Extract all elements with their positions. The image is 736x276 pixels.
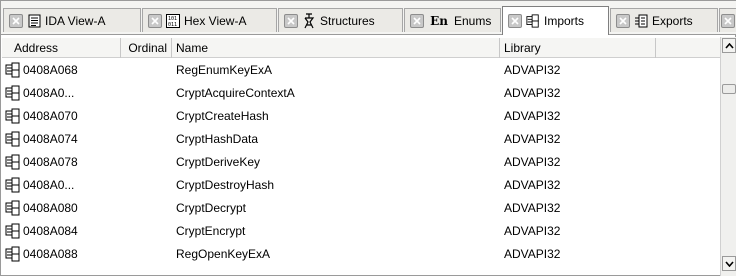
address-cell[interactable]: 0408A074: [2, 131, 121, 147]
address-value: 0408A074: [23, 131, 78, 146]
close-icon[interactable]: [410, 13, 424, 28]
name-cell[interactable]: CryptEncrypt: [172, 224, 500, 238]
table-row[interactable]: 0408A084 CryptEncrypt ADVAPI32: [2, 219, 720, 242]
tab-label: Imports: [544, 14, 585, 28]
table-row[interactable]: 0408A078 CryptDeriveKey ADVAPI32: [2, 150, 720, 173]
tab-strip: IDA View-A 101 011 Hex View-A Structures …: [1, 1, 736, 35]
tab-exports[interactable]: Exports: [610, 8, 718, 32]
scroll-thumb[interactable]: [722, 84, 736, 94]
name-cell[interactable]: RegEnumKeyExA: [172, 63, 500, 77]
address-cell[interactable]: 0408A068: [2, 62, 121, 78]
imports-window: IDA View-A 101 011 Hex View-A Structures …: [0, 0, 736, 276]
import-icon: [5, 62, 21, 78]
exports-icon: [634, 14, 648, 28]
import-icon: [5, 154, 21, 170]
name-cell[interactable]: CryptAcquireContextA: [172, 86, 500, 100]
column-header: Address Ordinal Name Library: [2, 38, 720, 58]
library-cell[interactable]: ADVAPI32: [500, 224, 720, 238]
tab-structures[interactable]: Structures: [278, 8, 403, 32]
imports-icon: [526, 14, 540, 28]
name-cell[interactable]: RegOpenKeyExA: [172, 247, 500, 261]
tab-ida-view-a[interactable]: IDA View-A: [3, 8, 141, 32]
address-cell[interactable]: 0408A0...: [2, 85, 121, 101]
table-row[interactable]: 0408A070 CryptCreateHash ADVAPI32: [2, 104, 720, 127]
text-view-icon: [27, 14, 41, 28]
svg-text:011: 011: [168, 22, 177, 28]
address-cell[interactable]: 0408A0...: [2, 177, 121, 193]
tab-label: Enums: [454, 13, 492, 28]
import-icon: [5, 85, 21, 101]
table-row[interactable]: 0408A080 CryptDecrypt ADVAPI32: [2, 196, 720, 219]
library-cell[interactable]: ADVAPI32: [500, 201, 720, 215]
close-icon[interactable]: [616, 13, 630, 28]
imports-table: 0408A068 RegEnumKeyExA ADVAPI32 0408A0... Cr…: [2, 58, 720, 276]
address-cell[interactable]: 0408A078: [2, 154, 121, 170]
address-value: 0408A070: [23, 108, 78, 123]
address-value: 0408A088: [23, 246, 78, 261]
close-icon[interactable]: [9, 13, 23, 28]
tab-hex-view-a[interactable]: 101 011 Hex View-A: [142, 8, 277, 32]
library-cell[interactable]: ADVAPI32: [500, 155, 720, 169]
table-row[interactable]: 0408A074 CryptHashData ADVAPI32: [2, 127, 720, 150]
column-address[interactable]: Address: [2, 38, 121, 58]
column-name[interactable]: Name: [172, 38, 500, 58]
tab-overflow[interactable]: [719, 8, 736, 32]
table-row[interactable]: 0408A068 RegEnumKeyExA ADVAPI32: [2, 58, 720, 81]
table-row[interactable]: 0408A0... CryptDestroyHash ADVAPI32: [2, 173, 720, 196]
tab-label: Structures: [320, 13, 375, 28]
close-icon[interactable]: [508, 14, 522, 28]
tab-enums[interactable]: En Enums: [404, 8, 501, 32]
close-icon[interactable]: [284, 13, 298, 28]
import-icon: [5, 223, 21, 239]
name-cell[interactable]: CryptDeriveKey: [172, 155, 500, 169]
scroll-up-button[interactable]: [722, 38, 736, 53]
library-cell[interactable]: ADVAPI32: [500, 86, 720, 100]
import-icon: [5, 131, 21, 147]
address-value: 0408A0...: [23, 85, 75, 100]
library-cell[interactable]: ADVAPI32: [500, 63, 720, 77]
import-icon: [5, 177, 21, 193]
structures-icon: [302, 12, 316, 28]
tab-imports[interactable]: Imports: [502, 6, 609, 35]
column-ordinal[interactable]: Ordinal: [121, 38, 172, 58]
scroll-down-button[interactable]: [722, 256, 736, 271]
enums-icon: En: [430, 13, 448, 28]
import-icon: [5, 200, 21, 216]
library-cell[interactable]: ADVAPI32: [500, 247, 720, 261]
name-cell[interactable]: CryptHashData: [172, 132, 500, 146]
address-cell[interactable]: 0408A084: [2, 223, 121, 239]
vertical-scrollbar[interactable]: [720, 37, 736, 276]
tab-label: IDA View-A: [45, 13, 106, 28]
table-row[interactable]: 0408A0... CryptAcquireContextA ADVAPI32: [2, 81, 720, 104]
address-cell[interactable]: 0408A088: [2, 246, 121, 262]
address-value: 0408A084: [23, 223, 78, 238]
import-icon: [5, 246, 21, 262]
address-cell[interactable]: 0408A080: [2, 200, 121, 216]
library-cell[interactable]: ADVAPI32: [500, 109, 720, 123]
column-library[interactable]: Library: [500, 38, 656, 58]
address-cell[interactable]: 0408A070: [2, 108, 121, 124]
library-cell[interactable]: ADVAPI32: [500, 178, 720, 192]
import-icon: [5, 108, 21, 124]
address-value: 0408A0...: [23, 177, 75, 192]
hex-view-icon: 101 011: [166, 13, 180, 28]
name-cell[interactable]: CryptCreateHash: [172, 109, 500, 123]
address-value: 0408A080: [23, 200, 78, 215]
close-icon[interactable]: [148, 13, 162, 28]
tab-label: Exports: [652, 13, 693, 28]
table-row[interactable]: 0408A088 RegOpenKeyExA ADVAPI32: [2, 242, 720, 265]
address-value: 0408A068: [23, 62, 78, 77]
close-icon[interactable]: [721, 13, 735, 28]
tab-label: Hex View-A: [184, 13, 247, 28]
column-filler: [656, 38, 720, 58]
name-cell[interactable]: CryptDestroyHash: [172, 178, 500, 192]
library-cell[interactable]: ADVAPI32: [500, 132, 720, 146]
address-value: 0408A078: [23, 154, 78, 169]
name-cell[interactable]: CryptDecrypt: [172, 201, 500, 215]
